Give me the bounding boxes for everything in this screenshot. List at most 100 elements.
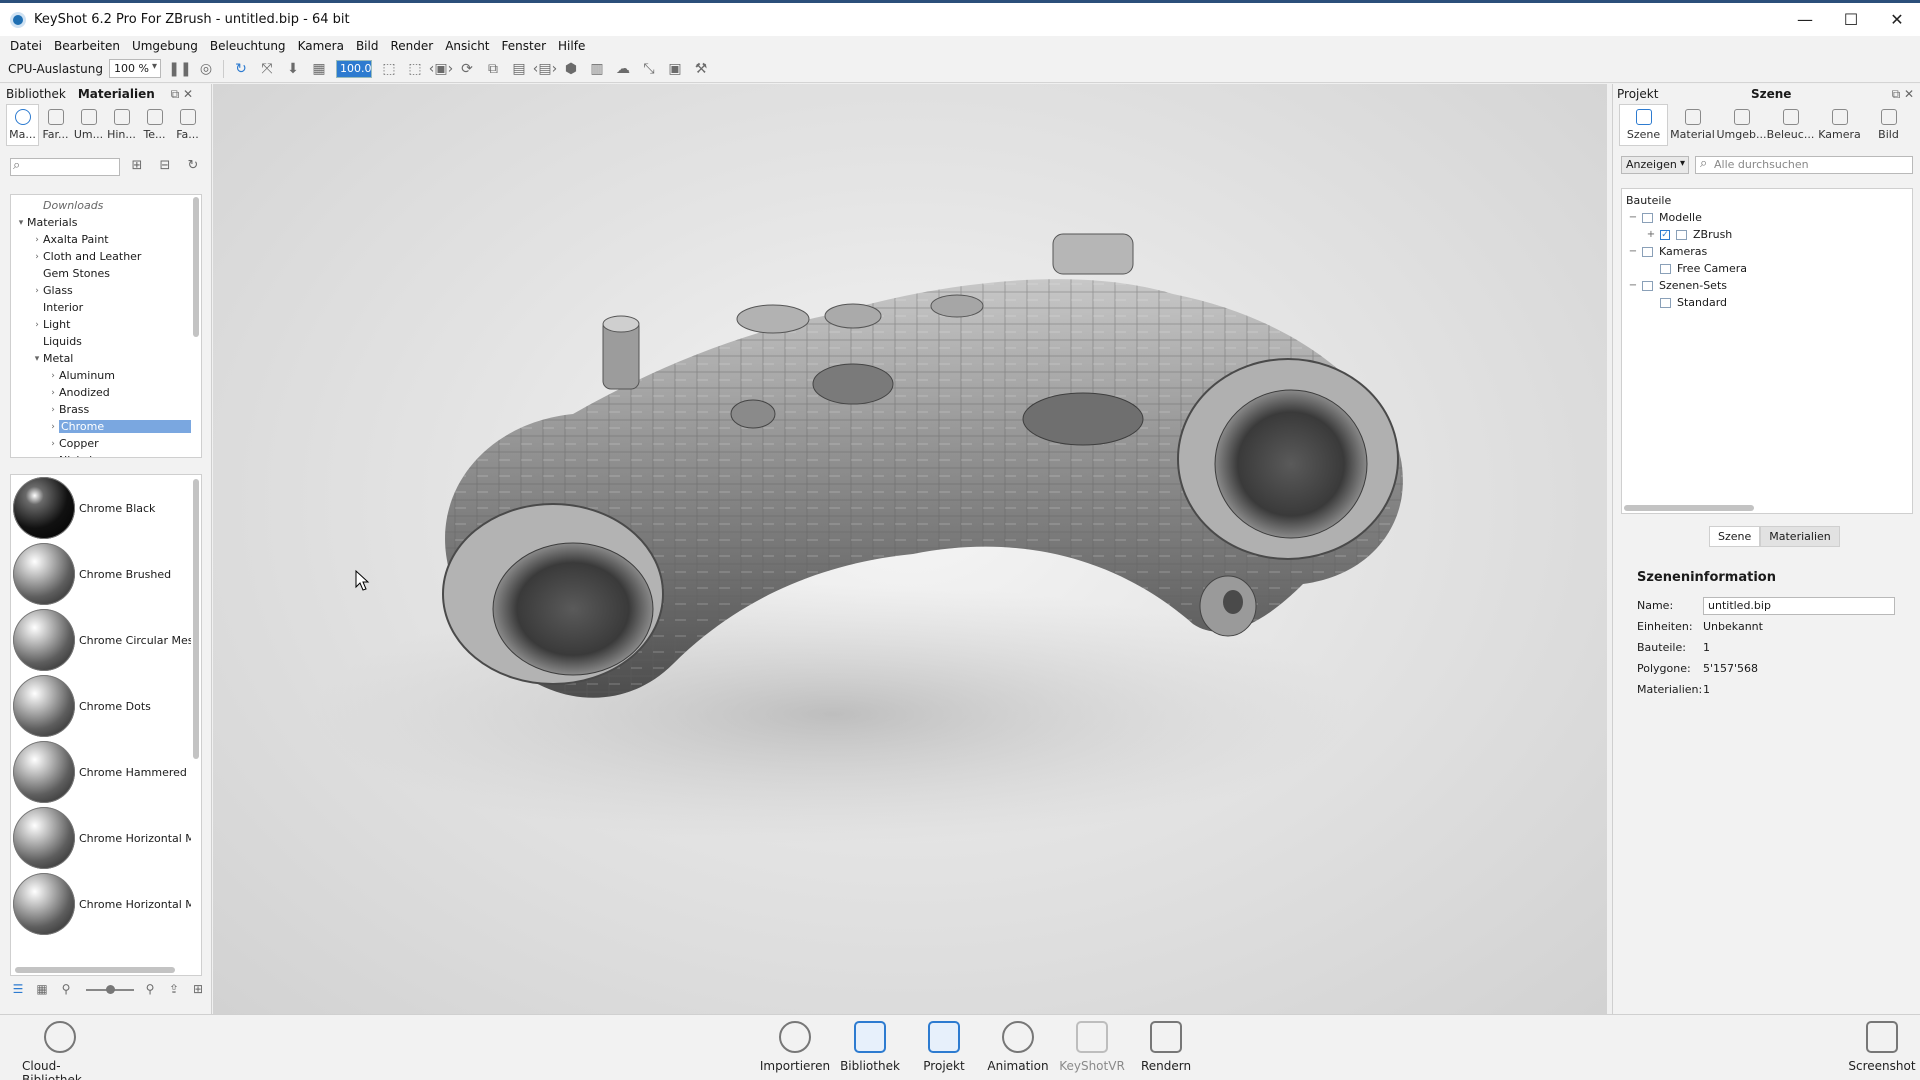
library-tree-item[interactable]: Liquids	[11, 333, 201, 350]
library-tree-item[interactable]: › Cloth and Leather	[11, 248, 201, 265]
subtab-szene[interactable]: Szene	[1709, 526, 1761, 547]
list-view-icon[interactable]: ☰	[8, 982, 28, 998]
refresh-icon[interactable]: ↻	[182, 158, 204, 176]
subtab-materialien[interactable]: Materialien	[1760, 526, 1840, 547]
chevron-down-icon[interactable]: ▾	[31, 354, 43, 364]
geometry-icon[interactable]: ☁	[612, 59, 634, 79]
pause-icon[interactable]: ❚❚	[168, 59, 191, 79]
grid-view-icon[interactable]: ▦	[32, 982, 52, 998]
scene-search-input[interactable]: Alle durchsuchen	[1695, 156, 1913, 174]
render-viewport[interactable]	[213, 84, 1607, 1014]
maximize-button[interactable]: ☐	[1828, 3, 1874, 36]
library-tree-item[interactable]: ›Nickel	[11, 452, 201, 458]
library-tree-item[interactable]: › Light	[11, 316, 201, 333]
layer-nav-icon[interactable]: ‹▤›	[533, 59, 557, 79]
material-thumbnail[interactable]: Chrome Horizontal Me	[11, 871, 201, 937]
scene-name-input[interactable]: untitled.bip	[1703, 596, 1895, 615]
performance-mode-icon[interactable]: ◎	[195, 59, 217, 79]
tab-kamera[interactable]: Kamera	[1815, 104, 1864, 146]
menu-umgebung[interactable]: Umgebung	[132, 39, 198, 53]
scene-tree-item[interactable]: − Modelle	[1622, 209, 1912, 226]
import-button[interactable]: Importieren	[757, 1021, 833, 1073]
zoom-out-icon[interactable]: ⚲	[56, 982, 76, 998]
tree-scrollbar[interactable]	[193, 197, 199, 337]
thumbnails-vertical-scrollbar[interactable]	[193, 479, 199, 759]
copy-icon[interactable]: ⧉	[482, 59, 504, 79]
material-thumbnail[interactable]: Chrome Dots	[11, 673, 201, 739]
tab-materials-category[interactable]: Ma...	[6, 104, 39, 146]
chevron-right-icon[interactable]: ›	[47, 422, 59, 432]
menu-bearbeiten[interactable]: Bearbeiten	[54, 39, 120, 53]
tab-bibliothek[interactable]: Bibliothek	[6, 87, 66, 101]
chevron-right-icon[interactable]: ›	[47, 371, 59, 381]
region-edit-icon[interactable]: ⬚	[404, 59, 426, 79]
tab-colors-category[interactable]: Far...	[39, 104, 72, 146]
material-thumbnail[interactable]: Chrome Hammered	[11, 739, 201, 805]
close-button[interactable]: ✕	[1874, 3, 1920, 36]
chevron-right-icon[interactable]: ›	[47, 439, 59, 449]
menu-bild[interactable]: Bild	[356, 39, 379, 53]
library-tree-item[interactable]: › Brass	[11, 401, 201, 418]
keyshotvr-button[interactable]: KeyShotVR	[1054, 1021, 1130, 1073]
chevron-down-icon[interactable]: ▾	[15, 218, 27, 228]
library-button[interactable]: Bibliothek	[832, 1021, 908, 1073]
rotate-icon[interactable]: ⟳	[456, 59, 478, 79]
thumbnails-horizontal-scrollbar[interactable]	[15, 967, 175, 973]
chevron-right-icon[interactable]: ›	[31, 252, 43, 262]
folder-icon[interactable]: ⊞	[188, 982, 208, 998]
panel-close-icon[interactable]: ⧉ ✕	[1892, 87, 1914, 102]
panel-close-icon[interactable]: ⧉ ✕	[171, 87, 193, 102]
library-tree-item[interactable]: ▾ Metal	[11, 350, 201, 367]
chevron-right-icon[interactable]: ›	[47, 405, 59, 415]
value-field[interactable]: 100.0	[336, 59, 373, 78]
chevron-right-icon[interactable]: ›	[47, 456, 59, 458]
library-tree-item[interactable]: › Axalta Paint	[11, 231, 201, 248]
tab-backgrounds-category[interactable]: Hin...	[105, 104, 138, 146]
cloud-library-button[interactable]: Cloud-Bibliothek	[22, 1021, 98, 1080]
material-thumbnail[interactable]: Chrome Black	[11, 475, 201, 541]
library-tree-item[interactable]: › Anodized	[11, 384, 201, 401]
console-icon[interactable]: ▣	[664, 59, 686, 79]
tab-environments-category[interactable]: Um...	[72, 104, 105, 146]
library-tree-item[interactable]: ▾ Materials	[11, 214, 201, 231]
minimize-button[interactable]: —	[1782, 3, 1828, 36]
collapse-icon[interactable]: −	[1628, 246, 1638, 257]
shield-icon[interactable]: ⬢	[560, 59, 582, 79]
menu-kamera[interactable]: Kamera	[298, 39, 344, 53]
chevron-right-icon[interactable]: ›	[31, 286, 43, 296]
scene-tree-scrollbar[interactable]	[1624, 505, 1754, 511]
collapse-icon[interactable]: −	[1628, 280, 1638, 291]
scene-tree-item[interactable]: − Szenen-Sets	[1622, 277, 1912, 294]
collapse-icon[interactable]: −	[1628, 212, 1638, 223]
material-thumbnail[interactable]: Chrome Brushed	[11, 541, 201, 607]
library-tree-item[interactable]: Downloads	[11, 197, 201, 214]
region-icon[interactable]: ⬚	[378, 59, 400, 79]
material-thumbnail[interactable]: Chrome Circular Mesh	[11, 607, 201, 673]
fit-view-icon[interactable]: ⤧	[256, 59, 278, 79]
tab-material[interactable]: Material	[1668, 104, 1717, 146]
drop-to-ground-icon[interactable]: ⬇	[282, 59, 304, 79]
project-button[interactable]: Projekt	[906, 1021, 982, 1073]
tab-materialien[interactable]: Materialien	[78, 87, 155, 101]
scene-tree-item[interactable]: Free Camera	[1622, 260, 1912, 277]
library-tree-item[interactable]: › Copper	[11, 435, 201, 452]
scene-tree-item[interactable]: − Kameras	[1622, 243, 1912, 260]
library-tree-item[interactable]: Gem Stones	[11, 265, 201, 282]
tab-beleuchtung[interactable]: Beleuc...	[1766, 104, 1815, 146]
material-thumbnail[interactable]: Chrome Horizontal Me	[11, 805, 201, 871]
layer-icon[interactable]: ▤	[508, 59, 530, 79]
animation-button[interactable]: Animation	[980, 1021, 1056, 1073]
cpu-usage-select[interactable]: 100 %	[109, 59, 162, 78]
library-tree-item[interactable]: › Glass	[11, 282, 201, 299]
menu-render[interactable]: Render	[390, 39, 433, 53]
chevron-right-icon[interactable]: ›	[47, 388, 59, 398]
panel-icon[interactable]: ▥	[586, 59, 608, 79]
chevron-right-icon[interactable]: ›	[31, 320, 43, 330]
screenshot-button[interactable]: Screenshot	[1844, 1021, 1920, 1073]
menu-hilfe[interactable]: Hilfe	[558, 39, 585, 53]
library-search-input[interactable]	[10, 158, 120, 176]
menu-beleuchtung[interactable]: Beleuchtung	[210, 39, 286, 53]
tab-textures-category[interactable]: Te...	[138, 104, 171, 146]
scene-tree-item[interactable]: Standard	[1622, 294, 1912, 311]
scale-icon[interactable]: ⤡	[638, 59, 660, 79]
